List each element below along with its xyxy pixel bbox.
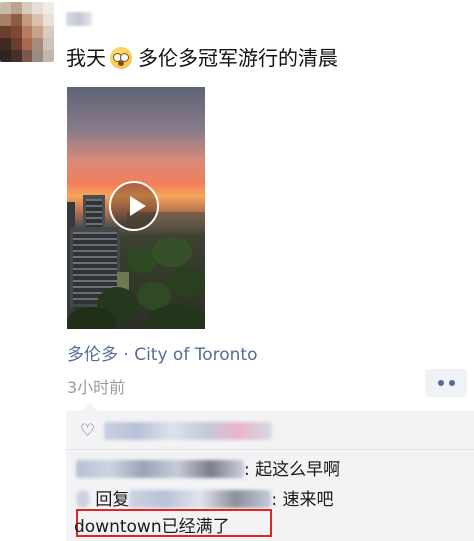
comment-text: 起这么早啊 — [255, 460, 341, 480]
comment-separator: : — [271, 490, 283, 510]
likes-names-redacted[interactable] — [104, 422, 272, 440]
commenter-name-redacted[interactable] — [76, 490, 90, 508]
location-link[interactable]: 多伦多 · City of Toronto — [67, 340, 257, 365]
post-text-end: 多伦多冠军游行的清晨 — [138, 46, 338, 70]
commenter-name-redacted[interactable] — [76, 460, 244, 478]
video-thumbnail[interactable] — [67, 87, 205, 329]
post-text-start: 我天 — [66, 46, 106, 70]
play-icon[interactable] — [109, 181, 159, 231]
comment-1[interactable]: : 起这么早啊 — [76, 455, 340, 480]
comment-text: 速来吧 — [282, 490, 334, 510]
comments-panel: ♡ : 起这么早啊 回复: 速来吧 downtown已经满了 — [66, 403, 474, 541]
comment-2[interactable]: 回复: 速来吧 — [76, 485, 334, 510]
astonished-face-icon — [110, 47, 132, 69]
dot-icon — [437, 380, 444, 386]
divider — [66, 449, 474, 450]
post-text: 我天 多伦多冠军游行的清晨 — [66, 44, 338, 72]
reply-target-redacted[interactable] — [129, 490, 272, 508]
username-redacted[interactable] — [66, 12, 92, 26]
comment-separator: : — [244, 460, 256, 480]
comment-3[interactable]: downtown已经满了 — [74, 509, 272, 537]
reply-prefix: 回复 — [95, 490, 130, 510]
avatar[interactable] — [0, 2, 54, 62]
heart-icon: ♡ — [80, 421, 96, 441]
more-options-button[interactable] — [425, 369, 467, 397]
comment-text: downtown已经满了 — [74, 517, 230, 537]
dot-icon — [448, 380, 455, 386]
post-time: 3小时前 — [67, 378, 126, 397]
